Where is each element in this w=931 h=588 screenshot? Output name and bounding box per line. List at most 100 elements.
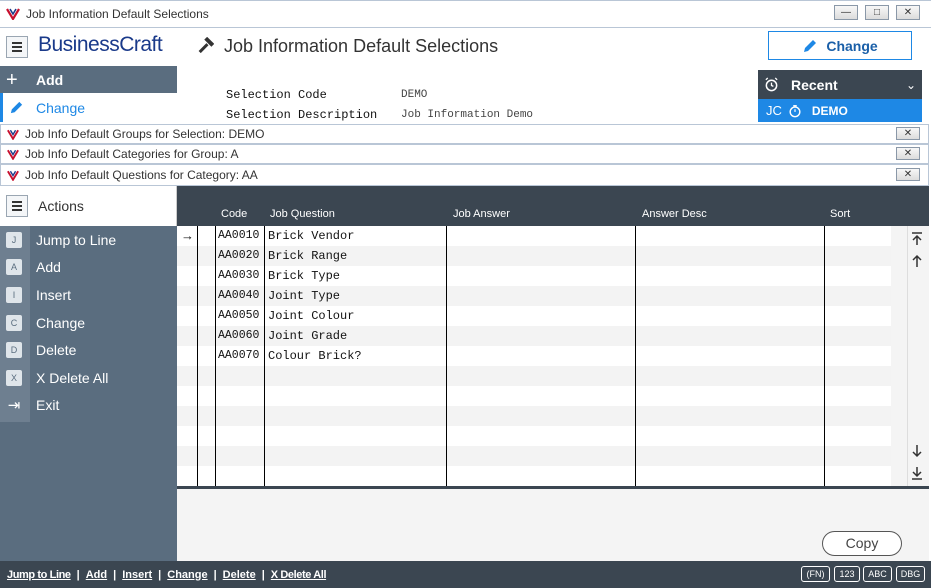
action-exit[interactable]: ⇥ Exit xyxy=(0,392,177,420)
hamburger-menu-button[interactable] xyxy=(6,195,28,217)
top-nav: + Add Change xyxy=(0,66,177,122)
badge-fn[interactable]: (FN) xyxy=(801,566,830,582)
top-nav-change[interactable]: Change xyxy=(0,93,177,122)
table-row[interactable] xyxy=(177,426,891,446)
status-delete-all[interactable]: X Delete All xyxy=(271,569,327,581)
actions-title: Actions xyxy=(38,198,84,214)
action-delete[interactable]: D Delete xyxy=(0,336,177,364)
recent-item-demo[interactable]: JC DEMO xyxy=(758,99,922,122)
header-bar: BusinessCraft Job Information Default Se… xyxy=(0,28,931,66)
top-nav-add-label: Add xyxy=(36,71,64,88)
subwindow-questions-titlebar: Job Info Default Questions for Category:… xyxy=(0,164,929,186)
cell-code: AA0070 xyxy=(218,349,260,362)
main-titlebar: Job Information Default Selections xyxy=(0,0,931,28)
cell-question: Colour Brick? xyxy=(268,349,362,363)
copy-button[interactable]: Copy xyxy=(822,531,902,556)
scroll-bottom-icon[interactable] xyxy=(911,466,923,480)
cell-code: AA0040 xyxy=(218,289,260,302)
col-sort-header[interactable]: Sort xyxy=(830,208,850,220)
action-jump-to-line-label: Jump to Line xyxy=(36,231,117,248)
page-title: Job Information Default Selections xyxy=(224,36,499,56)
pencil-icon xyxy=(10,101,23,114)
action-add[interactable]: A Add xyxy=(0,254,177,282)
recent-header[interactable]: Recent ⌄ xyxy=(758,70,922,99)
selection-code-value: DEMO xyxy=(401,89,428,101)
grid-header: Code Job Question Job Answer Answer Desc… xyxy=(177,186,929,226)
status-add[interactable]: Add xyxy=(86,569,107,581)
recent-item-prefix: JC xyxy=(766,103,782,118)
exit-icon: ⇥ xyxy=(7,397,21,415)
key-i-icon: I xyxy=(6,286,22,303)
subwindow-questions-title: Job Info Default Questions for Category:… xyxy=(25,168,258,182)
key-c-icon: C xyxy=(6,314,22,331)
top-nav-change-label: Change xyxy=(36,99,86,116)
change-button-label: Change xyxy=(826,37,878,54)
action-delete-all-label: X Delete All xyxy=(36,369,109,386)
copy-button-label: Copy xyxy=(845,535,879,551)
action-delete-label: Delete xyxy=(36,342,77,359)
action-insert-label: Insert xyxy=(36,286,72,303)
selection-desc-label: Selection Description xyxy=(226,108,378,122)
recent-panel: Recent ⌄ JC DEMO xyxy=(758,70,922,122)
selection-code-label: Selection Code xyxy=(226,88,327,102)
hamburger-menu-button[interactable] xyxy=(6,36,28,58)
app-logo-icon xyxy=(7,149,19,160)
cell-code: AA0030 xyxy=(218,269,260,282)
action-jump-to-line[interactable]: J Jump to Line xyxy=(0,226,177,254)
header-change-button[interactable]: Change xyxy=(768,31,912,60)
app-logo-icon xyxy=(7,170,19,181)
grid-bottom-border xyxy=(177,486,929,489)
status-jump-to-line[interactable]: Jump to Line xyxy=(7,569,71,581)
col-code-header[interactable]: Code xyxy=(221,208,247,220)
cell-question: Joint Grade xyxy=(268,329,348,343)
badge-123[interactable]: 123 xyxy=(834,566,860,582)
table-row[interactable] xyxy=(177,466,891,486)
table-row[interactable] xyxy=(177,406,891,426)
brand-logo: BusinessCraft xyxy=(38,33,163,56)
col-job-question-header[interactable]: Job Question xyxy=(270,208,335,220)
app-logo-icon xyxy=(6,8,20,20)
subwindow-categories-close-button[interactable]: ✕ xyxy=(896,147,920,160)
subwindow-groups-close-button[interactable]: ✕ xyxy=(896,127,920,140)
status-separator: | xyxy=(261,568,265,581)
actions-header[interactable]: Actions xyxy=(0,186,177,226)
scroll-up-icon[interactable] xyxy=(911,254,923,268)
action-insert[interactable]: I Insert xyxy=(0,281,177,309)
cell-question: Brick Range xyxy=(268,249,348,263)
cell-code: AA0060 xyxy=(218,329,260,342)
minimize-button[interactable]: — xyxy=(834,5,858,20)
action-change[interactable]: C Change xyxy=(0,309,177,337)
table-row[interactable] xyxy=(177,446,891,466)
status-delete[interactable]: Delete xyxy=(223,569,256,581)
plus-icon: + xyxy=(6,68,18,91)
scroll-down-icon[interactable] xyxy=(911,444,923,458)
hammer-icon xyxy=(198,37,214,54)
status-insert[interactable]: Insert xyxy=(122,569,152,581)
cell-question: Joint Type xyxy=(268,289,341,303)
actions-sidebar: J Jump to Line A Add I Insert C Change D Dele… xyxy=(0,226,177,561)
col-divider xyxy=(215,226,216,487)
badge-dbg[interactable]: DBG xyxy=(896,566,925,582)
scroll-top-icon[interactable] xyxy=(911,232,923,246)
subwindow-groups-title: Job Info Default Groups for Selection: D… xyxy=(25,127,265,141)
table-row[interactable] xyxy=(177,366,891,386)
chevron-down-icon: ⌄ xyxy=(905,77,916,92)
subwindow-groups-titlebar: Job Info Default Groups for Selection: D… xyxy=(0,124,929,144)
badge-abc[interactable]: ABC xyxy=(863,566,892,582)
table-row[interactable] xyxy=(177,386,891,406)
top-nav-add[interactable]: + Add xyxy=(0,66,177,93)
col-answer-desc-header[interactable]: Answer Desc xyxy=(642,208,707,220)
key-a-icon: A xyxy=(6,259,22,276)
grid-body: → AA0010 Brick Vendor AA0020 Brick Range… xyxy=(177,226,891,487)
status-change[interactable]: Change xyxy=(167,569,207,581)
subwindow-questions-close-button[interactable]: ✕ xyxy=(896,168,920,181)
col-job-answer-header[interactable]: Job Answer xyxy=(453,208,510,220)
maximize-button[interactable]: □ xyxy=(865,5,889,20)
subwindow-categories-title: Job Info Default Categories for Group: A xyxy=(25,147,239,161)
cell-code: AA0020 xyxy=(218,249,260,262)
selection-desc-value: Job Information Demo xyxy=(401,109,534,121)
col-divider xyxy=(824,226,825,487)
close-button[interactable]: ✕ xyxy=(896,5,920,20)
action-delete-all[interactable]: X X Delete All xyxy=(0,364,177,392)
action-change-label: Change xyxy=(36,314,86,331)
